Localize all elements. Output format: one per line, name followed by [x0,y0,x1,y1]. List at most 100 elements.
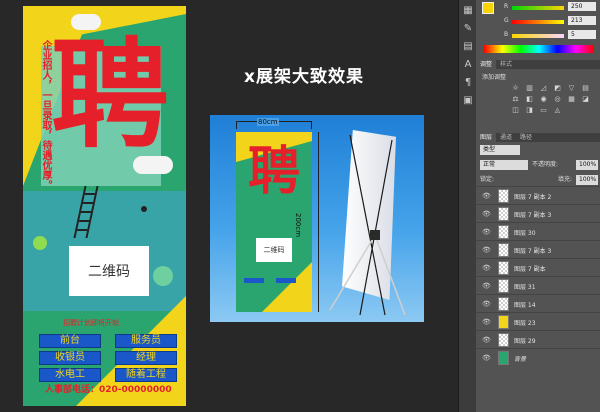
layer-name: 图层 7 副本 3 [514,248,552,255]
layer-row[interactable]: 👁 图层 7 副本 3 [476,204,600,222]
decor-circle [141,206,147,212]
job-list: 前台 服务员 收银员 经理 水电工 随着工程 [39,334,179,382]
layer-kind-filter[interactable]: 类型 [480,145,520,155]
red-label: R [504,3,509,10]
eye-icon[interactable]: 👁 [482,282,491,290]
canvas-title: x展架大致效果 [244,67,364,87]
eye-icon[interactable]: 👁 [482,318,491,326]
exposure-icon[interactable]: ◩ [552,84,563,93]
brush-icon[interactable]: ✎ [461,22,475,36]
foreground-color-swatch[interactable] [482,2,494,14]
adjustment-icons: ☼ ▥ ◿ ◩ ▽ ▤ ⚖ ◧ ◉ ◎ ▦ ◪ ◫ ◨ ▭ ◬ [510,84,594,115]
layer-row[interactable]: 👁 图层 31 [476,276,600,294]
history-icon[interactable]: ▦ [461,4,475,18]
photoshop-window: 聘 企业招人，一旦录取，待遇优厚。 二维码 招聘计划即将开始 前台 服务员 收银… [0,0,600,412]
blue-slider[interactable]: B 5 [504,30,598,41]
eye-icon[interactable]: 👁 [482,228,491,236]
curves-icon[interactable]: ◿ [538,84,549,93]
layer-row[interactable]: 👁 图层 23 [476,312,600,330]
layer-thumbnail [498,333,509,347]
red-gradient-bar[interactable] [512,6,564,10]
layer-thumbnail [498,225,509,239]
character-icon[interactable]: A [461,58,475,72]
tab-paths[interactable]: 路径 [516,133,536,142]
layers-tabs: 图层 通道 路径 [476,133,600,142]
opacity-label: 不透明度: [532,161,559,168]
qr-code-placeholder: 二维码 [69,246,149,296]
channel-mixer-icon[interactable]: ◎ [552,95,563,104]
layer-name: 图层 7 副本 3 [514,212,552,219]
layer-name: 图层 14 [514,302,536,309]
green-label: G [504,17,509,24]
vibrance-icon[interactable]: ▽ [566,84,577,93]
layer-name: 图层 23 [514,320,536,327]
brightness-icon[interactable]: ☼ [510,84,521,93]
paragraph-icon[interactable]: ¶ [461,76,475,90]
blue-label: B [504,31,509,38]
panel-icon-strip: ▦ ✎ ▤ A ¶ ▣ [458,0,476,412]
color-panel: R 250 G 213 B 5 [476,0,600,58]
tab-channels[interactable]: 通道 [496,133,516,142]
document-canvas[interactable]: 聘 企业招人，一旦录取，待遇优厚。 二维码 招聘计划即将开始 前台 服务员 收银… [0,0,458,412]
layer-row[interactable]: 👁 图层 7 副本 [476,258,600,276]
fill-field[interactable]: 100% [576,175,598,185]
green-gradient-bar[interactable] [512,20,564,24]
gradient-map-icon[interactable]: ▭ [538,106,549,115]
layer-row[interactable]: 👁 图层 7 副本 3 [476,240,600,258]
posterize-icon[interactable]: ◫ [510,106,521,115]
layer-row[interactable]: 👁 图层 30 [476,222,600,240]
red-value-field[interactable]: 250 [568,2,596,11]
color-balance-icon[interactable]: ⚖ [510,95,521,104]
bw-icon[interactable]: ◧ [524,95,535,104]
lock-label: 锁定: [480,176,495,183]
green-value-field[interactable]: 213 [568,16,596,25]
eye-icon[interactable]: 👁 [482,192,491,200]
job-tag: 水电工 [39,368,101,382]
job-tag: 前台 [39,334,101,348]
tab-layers[interactable]: 图层 [476,133,497,142]
red-slider[interactable]: R 250 [504,2,598,13]
layer-thumbnail [498,279,509,293]
blend-mode-select[interactable]: 正常 [480,160,528,170]
lookup-icon[interactable]: ▦ [566,95,577,104]
properties-icon[interactable]: ▤ [461,40,475,54]
hue-icon[interactable]: ▤ [580,84,591,93]
job-tag: 服务员 [115,334,177,348]
layer-row[interactable]: 👁 图层 14 [476,294,600,312]
color-spectrum[interactable] [484,45,594,53]
layer-row[interactable]: 👁 背景 [476,348,600,366]
right-panel: R 250 G 213 B 5 调整 样式 添加调整 ☼ ▥ ◿ ◩ ▽ ▤ ⚖… [476,0,600,412]
poster-big-character: 聘 [51,25,169,164]
threshold-icon[interactable]: ◨ [524,106,535,115]
blue-gradient-bar[interactable] [512,34,564,38]
layer-thumbnail [498,297,509,311]
adjustments-title: 添加调整 [482,74,507,81]
layer-name: 图层 29 [514,338,536,345]
levels-icon[interactable]: ▥ [524,84,535,93]
eye-icon[interactable]: 👁 [482,336,491,344]
green-slider[interactable]: G 213 [504,16,598,27]
layer-row[interactable]: 👁 图层 29 [476,330,600,348]
eye-icon[interactable]: 👁 [482,246,491,254]
invert-icon[interactable]: ◪ [580,95,591,104]
opacity-field[interactable]: 100% [576,160,598,170]
eye-icon[interactable]: 👁 [482,300,491,308]
eye-icon[interactable]: 👁 [482,354,491,362]
selective-color-icon[interactable]: ◬ [552,106,563,115]
poster-vertical-slogan: 企业招人，一旦录取，待遇优厚。 [40,40,51,190]
layer-name: 背景 [514,356,527,363]
tab-styles[interactable]: 样式 [496,60,516,69]
eye-icon[interactable]: 👁 [482,264,491,272]
photo-filter-icon[interactable]: ◉ [538,95,549,104]
layer-thumbnail [498,243,509,257]
layer-name: 图层 30 [514,230,536,237]
job-tag: 经理 [115,351,177,365]
layer-thumbnail [498,261,509,275]
eye-icon[interactable]: 👁 [482,210,491,218]
layer-comps-icon[interactable]: ▣ [461,94,475,108]
layer-row[interactable]: 👁 图层 7 副本 2 [476,186,600,204]
blue-value-field[interactable]: 5 [568,30,596,39]
layer-thumbnail [498,207,509,221]
layer-thumbnail [498,351,509,365]
tab-adjustments[interactable]: 调整 [476,60,497,69]
